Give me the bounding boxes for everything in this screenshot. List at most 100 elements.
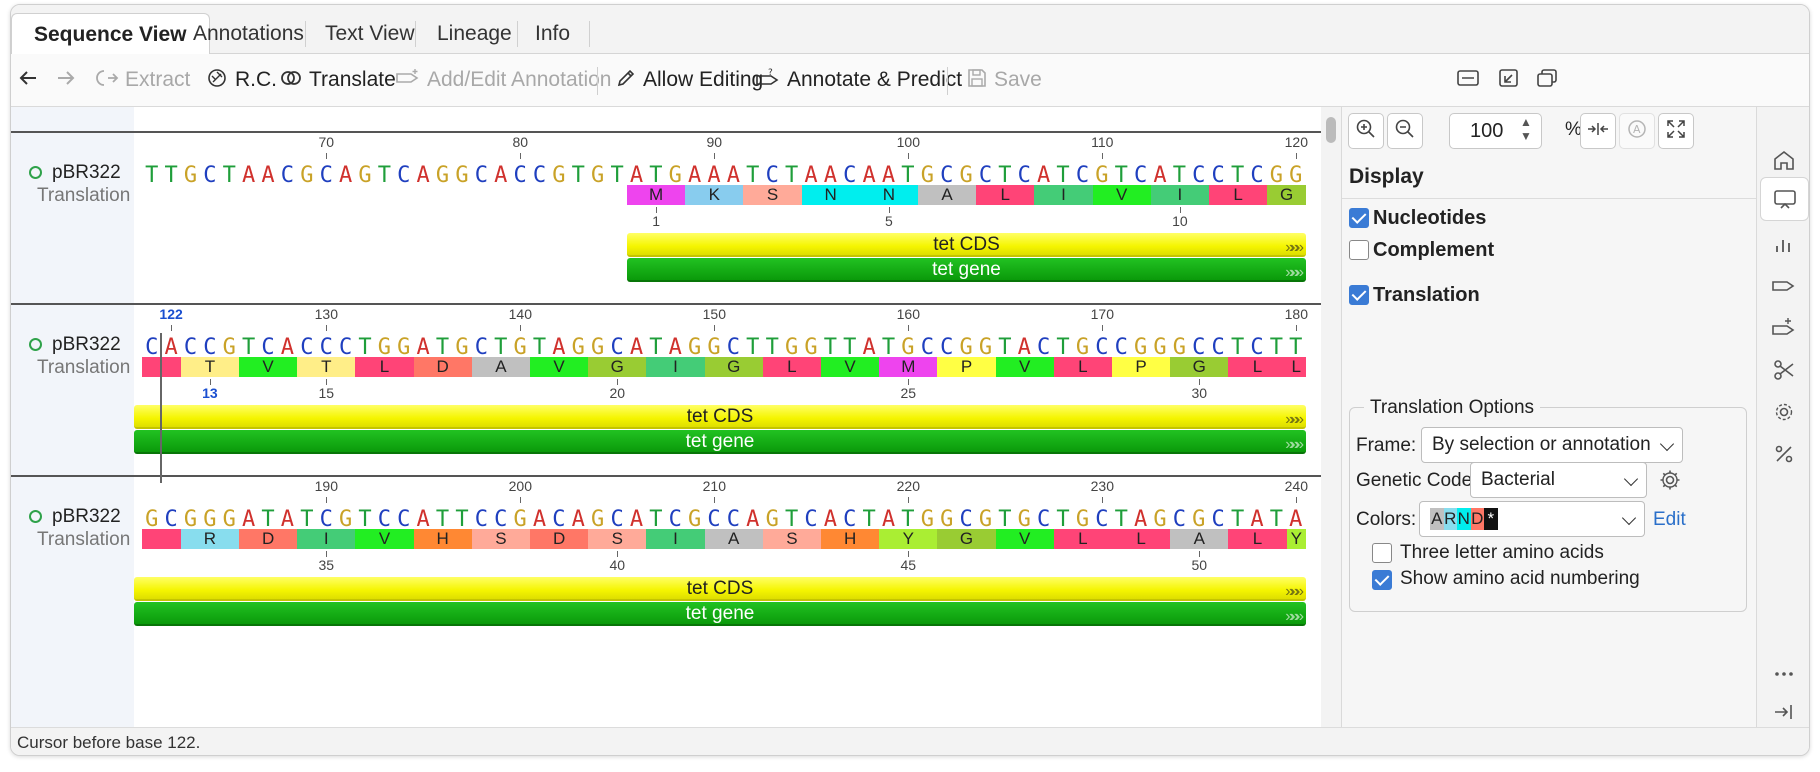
- base: A: [242, 163, 256, 188]
- amino-acid: L: [1053, 529, 1112, 549]
- amino-acid: Y: [879, 529, 938, 549]
- reverse-complement-button[interactable]: R.C.: [205, 63, 277, 97]
- complement-label: Complement: [1373, 239, 1495, 261]
- sequence-view-area[interactable]: pBR322 Translation 70 80 90 100 110 120 T T G C T A A C…: [11, 107, 1321, 727]
- arrows-inward-icon: [1586, 118, 1610, 145]
- colors-select[interactable]: ARND *: [1419, 501, 1645, 537]
- duplicate-window-button[interactable]: [1535, 63, 1565, 97]
- amino-acid: S: [588, 529, 647, 549]
- genetic-code-value: Bacterial: [1481, 469, 1555, 490]
- percent-icon[interactable]: [1769, 439, 1799, 469]
- chevron-up-icon: ▲: [1520, 115, 1532, 129]
- save-icon: [966, 68, 994, 91]
- back-button[interactable]: [17, 63, 45, 97]
- add-edit-annotation-button[interactable]: Add/Edit Annotation: [395, 63, 611, 97]
- save-button[interactable]: Save: [966, 63, 1042, 97]
- amino-acid: G: [588, 357, 647, 377]
- row-divider: [11, 131, 1321, 133]
- sequence-row: pBR322 Translation 70 80 90 100 110 120 T T G C T A A C…: [11, 131, 1321, 331]
- genetic-code-select[interactable]: Bacterial: [1470, 462, 1647, 498]
- complement-checkbox[interactable]: [1349, 240, 1369, 260]
- chevron-down-icon: ▼: [1520, 129, 1532, 143]
- annotation-label: tet gene: [685, 603, 755, 624]
- amino-acid: T: [180, 357, 239, 377]
- sequence-label[interactable]: pBR322 Translation: [29, 161, 130, 207]
- genetic-code-settings-icon[interactable]: [1658, 468, 1682, 492]
- amino-acid: V: [239, 357, 298, 377]
- extract-button[interactable]: Extract: [95, 63, 190, 97]
- layout-split-button[interactable]: [1456, 63, 1486, 97]
- amino-acid: D: [413, 357, 472, 377]
- annotation-label: tet gene: [685, 431, 755, 452]
- three-letter-checkbox[interactable]: [1372, 543, 1392, 563]
- collapse-panel-icon[interactable]: [1769, 697, 1799, 727]
- sequence-label[interactable]: pBR322 Translation: [29, 505, 130, 551]
- ruler-tick: [326, 325, 328, 331]
- home-icon[interactable]: [1769, 145, 1799, 175]
- ruler-tick-label: 170: [1090, 306, 1114, 322]
- amino-acid: H: [821, 529, 880, 549]
- amino-acid: G: [704, 357, 763, 377]
- sequence-scrollbar[interactable]: [1321, 107, 1341, 727]
- amino-acid: H: [413, 529, 472, 549]
- tet-gene-annotation[interactable]: tet gene »»»: [134, 430, 1306, 454]
- translate-button[interactable]: Translate: [279, 63, 396, 97]
- frame-select[interactable]: By selection or annotation: [1421, 427, 1683, 463]
- direction-chevron-icon: »»»: [1285, 239, 1304, 256]
- window-arrow-icon: [1497, 68, 1527, 91]
- annotation-label: tet gene: [932, 259, 1001, 280]
- base: C: [319, 163, 333, 188]
- amino-acid: I: [1034, 185, 1093, 205]
- gear-icon[interactable]: [1769, 397, 1799, 427]
- annotate-predict-icon[interactable]: [1769, 313, 1799, 343]
- show-numbering-label: Show amino acid numbering: [1400, 568, 1640, 589]
- base: C: [397, 163, 411, 188]
- allow-editing-button[interactable]: Allow Editing: [615, 63, 763, 97]
- direction-chevron-icon: »»»: [1285, 608, 1304, 625]
- annotation-arrow-icon[interactable]: [1769, 271, 1799, 301]
- open-window-button[interactable]: [1497, 63, 1527, 97]
- amino-acid: I: [1150, 185, 1209, 205]
- toolbar-divider: [947, 67, 948, 95]
- tet-cds-annotation[interactable]: tet CDS »»»: [134, 405, 1306, 429]
- forward-button[interactable]: [55, 63, 83, 97]
- amino-acid: Y: [1286, 529, 1306, 549]
- show-numbering-checkbox[interactable]: [1372, 570, 1392, 590]
- zoom-in-button[interactable]: [1348, 113, 1384, 149]
- display-options-icon[interactable]: [1760, 177, 1809, 221]
- direction-chevron-icon: »»»: [1285, 264, 1304, 281]
- base: T: [222, 163, 236, 188]
- circular-view-button[interactable]: A: [1619, 113, 1655, 149]
- ruler-tick-label: 150: [702, 306, 726, 322]
- colors-sample: ARND *: [1430, 507, 1498, 530]
- tab-info[interactable]: Info: [513, 13, 592, 54]
- base: T: [145, 163, 159, 188]
- tet-cds-annotation[interactable]: tet CDS »»»: [134, 577, 1306, 601]
- aa-number-label: 30: [1191, 385, 1208, 401]
- amino-acid: N: [859, 185, 918, 205]
- tet-gene-annotation[interactable]: tet gene »»»: [627, 258, 1306, 282]
- annotate-predict-button[interactable]: ? Annotate & Predict: [755, 63, 962, 97]
- scrollbar-thumb[interactable]: [1326, 117, 1336, 143]
- translation-checkbox[interactable]: [1349, 285, 1369, 305]
- ruler-tick: [1296, 153, 1298, 159]
- zoom-out-button[interactable]: [1387, 113, 1423, 149]
- nucleotides-checkbox[interactable]: [1349, 208, 1369, 228]
- tet-cds-annotation[interactable]: tet CDS »»»: [627, 233, 1306, 257]
- fit-to-window-button[interactable]: [1658, 113, 1694, 149]
- tet-gene-annotation[interactable]: tet gene »»»: [134, 602, 1306, 626]
- sequence-name: pBR322: [52, 162, 121, 183]
- collapse-button[interactable]: [1580, 113, 1616, 149]
- zoom-stepper[interactable]: ▲ ▼: [1520, 115, 1532, 143]
- sequence-label[interactable]: pBR322 Translation: [29, 333, 130, 379]
- amino-acid: P: [937, 357, 996, 377]
- translation-options-title: Translation Options: [1364, 397, 1541, 419]
- colors-edit-link[interactable]: Edit: [1653, 509, 1686, 531]
- sequence-name: pBR322: [52, 334, 121, 355]
- restriction-sites-icon[interactable]: [1769, 355, 1799, 385]
- base: T: [571, 163, 585, 188]
- base: C: [203, 163, 217, 188]
- ruler-tick-label: 240: [1284, 478, 1308, 494]
- statistics-icon[interactable]: [1769, 229, 1799, 259]
- more-options-icon[interactable]: [1769, 659, 1799, 689]
